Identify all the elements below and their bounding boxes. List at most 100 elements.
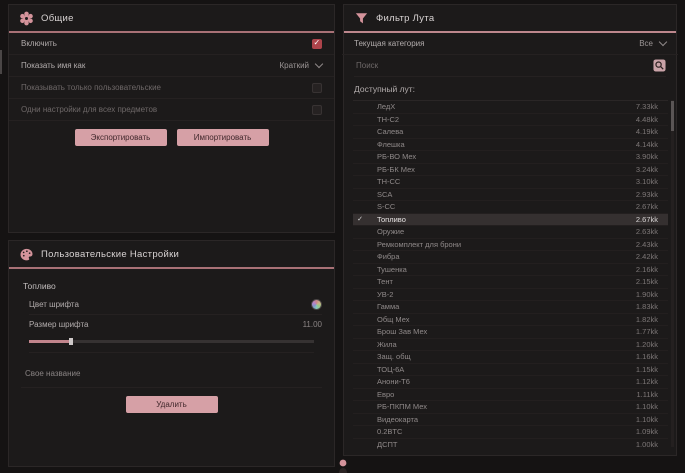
item-value: 2.16kk — [636, 265, 668, 274]
chevron-down-icon — [659, 38, 667, 46]
same-settings-row: Одни настройки для всех предметов — [9, 99, 334, 121]
list-item[interactable]: ТН-С24.48kk — [353, 114, 668, 127]
enable-checkbox[interactable] — [312, 39, 322, 49]
item-name: Фибра — [367, 252, 636, 261]
item-name: РБ-ВО Мех — [367, 152, 636, 161]
item-name: Топливо — [367, 215, 636, 224]
list-item[interactable]: ТОЦ-6А1.15kk — [353, 364, 668, 377]
item-value: 2.93kk — [636, 190, 668, 199]
loot-filter-header: Фильтр Лута — [344, 5, 676, 31]
list-item[interactable]: УВ-21.90kk — [353, 289, 668, 302]
search-icon[interactable] — [653, 59, 666, 72]
mascot-icon — [337, 457, 349, 473]
item-name: Тент — [367, 277, 636, 286]
scrollbar-handle[interactable] — [671, 101, 674, 131]
item-group-label: Топливо — [9, 269, 334, 295]
enable-row: Включить — [9, 33, 334, 55]
list-item[interactable]: Оружие2.63kk — [353, 226, 668, 239]
category-row: Текущая категория Все — [342, 33, 678, 55]
general-panel: Общие Включить Показать имя как Краткий … — [8, 4, 335, 233]
export-button[interactable]: Экспортировать — [75, 129, 167, 146]
list-item[interactable]: Тушенка2.16kk — [353, 264, 668, 277]
list-item[interactable]: SCA2.93kk — [353, 189, 668, 202]
font-color-row[interactable]: Цвет шрифта — [29, 295, 322, 315]
font-size-label: Размер шрифта — [29, 320, 88, 329]
enable-label: Включить — [21, 39, 57, 48]
color-wheel-icon[interactable] — [311, 299, 322, 310]
palette-icon — [19, 247, 34, 262]
delete-button[interactable]: Удалить — [126, 396, 218, 413]
available-loot-label: Доступный лут: — [344, 77, 676, 99]
list-item[interactable]: Салева4.19kk — [353, 126, 668, 139]
same-settings-label: Одни настройки для всех предметов — [21, 105, 157, 114]
category-value: Все — [639, 39, 653, 48]
list-item[interactable]: РБ-ВО Мех3.90kk — [353, 151, 668, 164]
item-name: Жила — [367, 340, 636, 349]
funnel-icon — [354, 11, 369, 26]
item-value: 3.10kk — [636, 177, 668, 186]
list-item[interactable]: ✓Топливо2.67kk — [353, 214, 668, 227]
search-row — [354, 55, 666, 77]
list-item[interactable]: 0.2BTC1.09kk — [353, 426, 668, 439]
item-value: 2.63kk — [636, 227, 668, 236]
list-item[interactable]: Ремкомплект для брони2.43kk — [353, 239, 668, 252]
list-item[interactable]: Фибра2.42kk — [353, 251, 668, 264]
item-name: Гамма — [367, 302, 636, 311]
item-name: Флешка — [367, 140, 636, 149]
item-name: ТН-С2 — [367, 115, 636, 124]
list-item[interactable]: Флешка4.14kk — [353, 139, 668, 152]
general-panel-header: Общие — [9, 5, 334, 31]
list-item[interactable]: Анони-Т61.12kk — [353, 376, 668, 389]
item-value: 2.42kk — [636, 252, 668, 261]
name-mode-value: Краткий — [280, 61, 309, 70]
item-name: ДСПТ — [367, 440, 636, 449]
list-item[interactable]: Защ. общ1.16kk — [353, 351, 668, 364]
list-item[interactable]: Видеокарта1.10kk — [353, 414, 668, 427]
font-size-slider[interactable] — [29, 338, 314, 353]
list-item[interactable]: РБ-ПКПМ Мех1.10kk — [353, 401, 668, 414]
item-value: 1.10kk — [636, 402, 668, 411]
item-name: Видеокарта — [367, 415, 636, 424]
item-value: 1.90kk — [636, 290, 668, 299]
list-item[interactable]: Тент2.15kk — [353, 276, 668, 289]
page-scrollbar[interactable] — [0, 50, 2, 74]
list-item[interactable]: Евро1.11kk — [353, 389, 668, 402]
search-input[interactable] — [354, 60, 653, 71]
category-label: Текущая категория — [354, 39, 424, 48]
item-value: 2.67kk — [636, 202, 668, 211]
item-value: 7.33kk — [636, 102, 668, 111]
item-value: 3.90kk — [636, 152, 668, 161]
import-button[interactable]: Импортировать — [177, 129, 269, 146]
item-value: 3.24kk — [636, 165, 668, 174]
name-mode-label: Показать имя как — [21, 61, 85, 70]
list-item[interactable]: Гамма1.83kk — [353, 301, 668, 314]
item-name: УВ-2 — [367, 290, 636, 299]
list-item[interactable]: ЛедХ7.33kk — [353, 101, 668, 114]
list-item[interactable]: ДСПТ1.00kk — [353, 439, 668, 450]
item-name: Тушенка — [367, 265, 636, 274]
item-name: Анони-Т6 — [367, 377, 636, 386]
list-item[interactable]: ТН-СС3.10kk — [353, 176, 668, 189]
item-value: 2.15kk — [636, 277, 668, 286]
list-item[interactable]: Общ Мех1.82kk — [353, 314, 668, 327]
font-color-label: Цвет шрифта — [29, 300, 79, 309]
slider-handle[interactable] — [69, 338, 73, 345]
chevron-down-icon — [315, 60, 323, 68]
item-value: 4.14kk — [636, 140, 668, 149]
item-value: 2.43kk — [636, 240, 668, 249]
same-settings-checkbox[interactable] — [312, 105, 322, 115]
item-value: 1.00kk — [636, 440, 668, 449]
slider-fill — [29, 340, 72, 343]
list-item[interactable]: S-CC2.67kk — [353, 201, 668, 214]
custom-name-input[interactable] — [23, 368, 324, 379]
user-settings-panel: Пользовательские Настройки Топливо Цвет … — [8, 240, 335, 467]
list-item[interactable]: Жила1.20kk — [353, 339, 668, 352]
only-custom-checkbox[interactable] — [312, 83, 322, 93]
loot-scrollbar[interactable] — [671, 100, 674, 447]
item-name: ТН-СС — [367, 177, 636, 186]
item-name: Евро — [367, 390, 636, 399]
list-item[interactable]: РБ-БК Мех3.24kk — [353, 164, 668, 177]
list-item[interactable]: Брош Зав Мех1.77kk — [353, 326, 668, 339]
name-mode-dropdown[interactable]: Краткий — [280, 61, 322, 70]
category-dropdown[interactable]: Все — [639, 39, 666, 48]
